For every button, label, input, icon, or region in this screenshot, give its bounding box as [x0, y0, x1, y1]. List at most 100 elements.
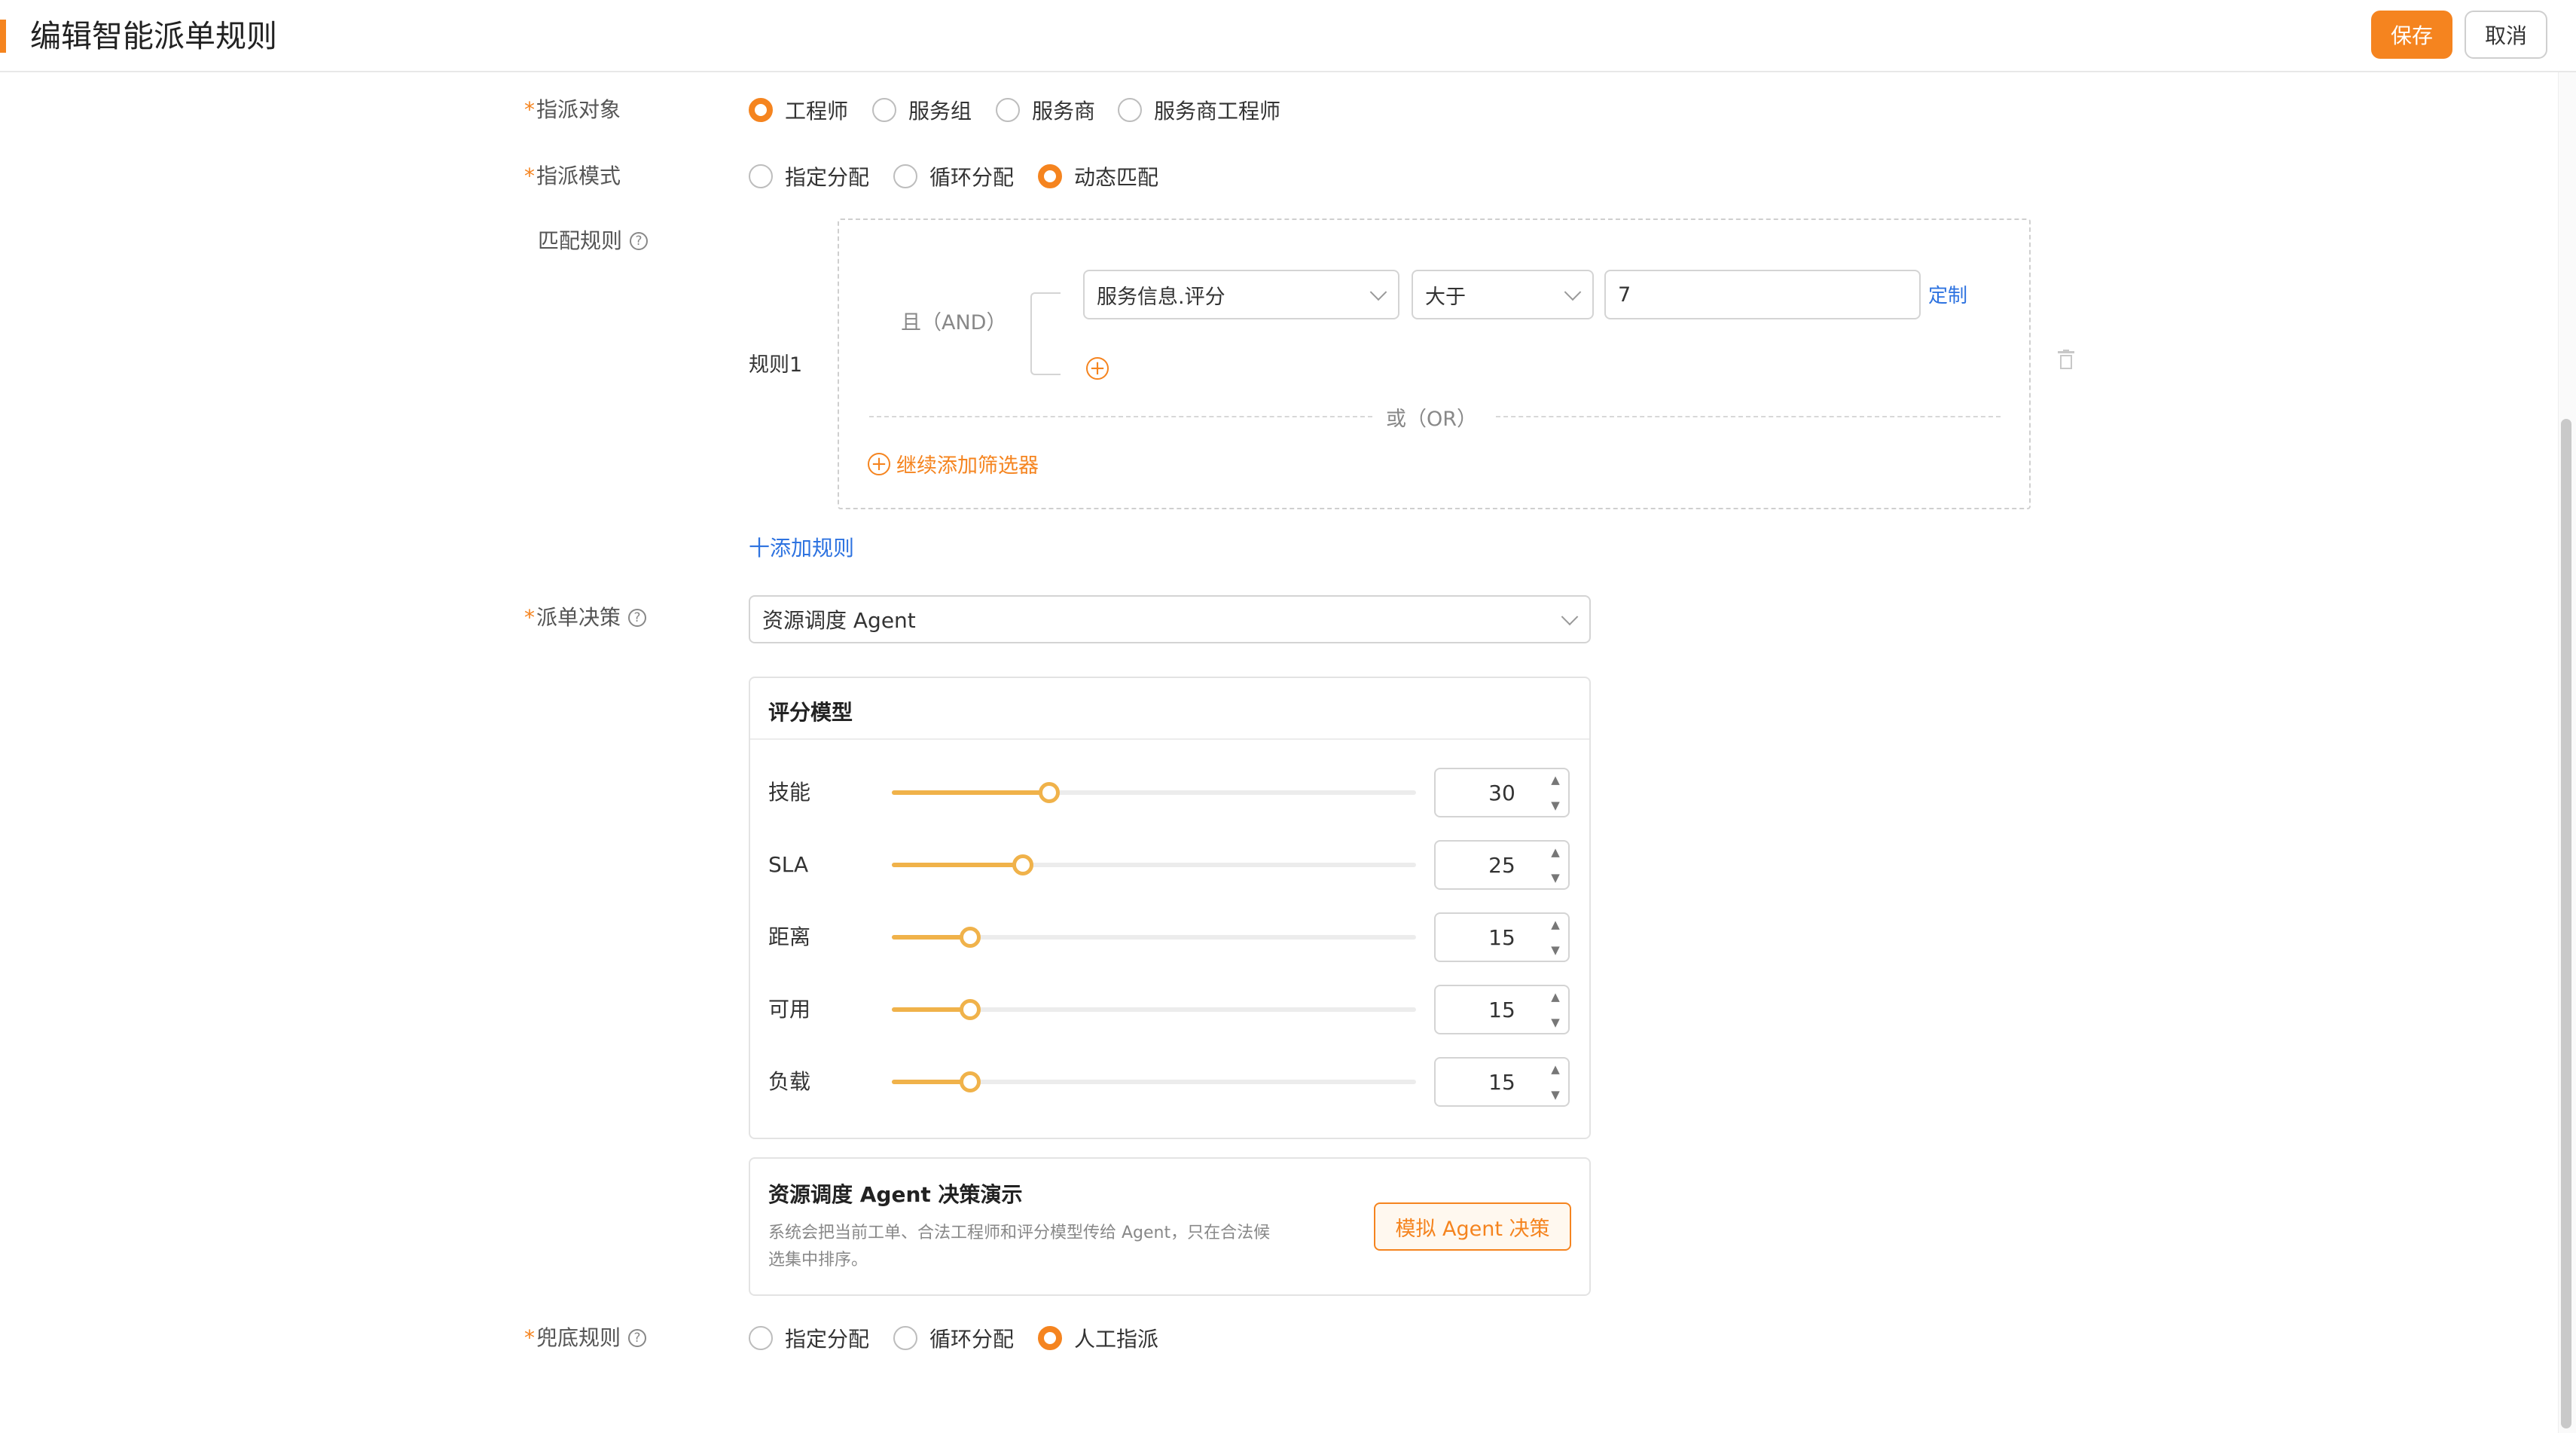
custom-link[interactable]: 定制	[1928, 280, 1967, 308]
cancel-button[interactable]: 取消	[2465, 11, 2547, 59]
assign-target-label: * 指派对象	[524, 95, 621, 125]
radio-dot	[749, 164, 773, 188]
add-filter-label: 继续添加筛选器	[896, 454, 1039, 478]
decrement-arrow-icon[interactable]: ▼	[1549, 944, 1562, 956]
chevron-down-icon	[1561, 608, 1579, 626]
radio-dot	[893, 164, 917, 188]
scoring-slider-fill	[892, 863, 1023, 867]
radio-assign-target-provider-engineer[interactable]: 服务商工程师	[1118, 95, 1280, 125]
delete-rule-trash-icon[interactable]	[2058, 350, 2074, 369]
scoring-item-label: 负载	[768, 1069, 811, 1094]
scoring-model-title: 评分模型	[768, 700, 853, 725]
decrement-arrow-icon[interactable]: ▼	[1549, 872, 1562, 884]
scoring-number-value: 15	[1488, 1069, 1515, 1095]
scoring-slider-handle[interactable]	[1039, 782, 1060, 803]
scoring-number-input[interactable]: 15 ▲ ▼	[1434, 1057, 1570, 1107]
increment-arrow-icon[interactable]: ▲	[1549, 774, 1562, 786]
simulate-agent-button[interactable]: 模拟 Agent 决策	[1374, 1202, 1571, 1251]
plus-circle-icon: +	[868, 452, 890, 475]
page-title: 编辑智能派单规则	[30, 18, 277, 54]
increment-arrow-icon[interactable]: ▲	[1549, 991, 1562, 1003]
or-divider-left	[869, 416, 1372, 417]
increment-arrow-icon[interactable]: ▲	[1549, 846, 1562, 858]
increment-arrow-icon[interactable]: ▲	[1549, 1063, 1562, 1075]
radio-label: 服务商工程师	[1154, 99, 1281, 124]
scoring-item-label: SLA	[768, 852, 809, 877]
radio-assign-mode-round-robin[interactable]: 循环分配	[893, 161, 1014, 191]
scoring-slider-handle[interactable]	[960, 1071, 981, 1092]
radio-assign-target-engineer[interactable]: 工程师	[749, 95, 848, 125]
decision-label-text: 派单决策	[536, 605, 621, 630]
scoring-slider-handle[interactable]	[960, 927, 981, 948]
radio-dot	[996, 98, 1020, 122]
radio-assign-mode-designated[interactable]: 指定分配	[749, 161, 869, 191]
radio-dot	[1118, 98, 1142, 122]
condition-value-input[interactable]: 7	[1604, 270, 1921, 319]
help-icon[interactable]: ?	[628, 609, 647, 627]
scoring-number-input[interactable]: 15 ▲ ▼	[1434, 985, 1570, 1034]
radio-dot	[893, 1326, 917, 1350]
radio-assign-target-provider[interactable]: 服务商	[996, 95, 1095, 125]
agent-demo-title: 资源调度 Agent 决策演示	[768, 1182, 1023, 1207]
chevron-down-icon	[1369, 283, 1387, 301]
add-rule-link[interactable]: 十添加规则	[749, 532, 854, 562]
scoring-number-value: 30	[1488, 780, 1515, 805]
radio-label: 指定分配	[785, 165, 870, 190]
scoring-slider-fill	[892, 1007, 970, 1012]
condition-field-value: 服务信息.评分	[1097, 285, 1225, 309]
or-divider-right	[1496, 416, 2001, 417]
and-label: 且（AND）	[901, 311, 1007, 335]
required-mark: *	[524, 1325, 535, 1350]
scoring-number-input[interactable]: 15 ▲ ▼	[1434, 912, 1570, 962]
title-accent-bar	[0, 20, 6, 53]
scoring-card-divider	[750, 738, 1589, 740]
help-icon[interactable]: ?	[628, 1329, 647, 1347]
scoring-slider-fill	[892, 935, 970, 940]
radio-dot	[872, 98, 896, 122]
radio-label: 服务商	[1032, 99, 1096, 124]
scoring-slider-handle[interactable]	[960, 999, 981, 1020]
scoring-number-input[interactable]: 30 ▲ ▼	[1434, 768, 1570, 817]
match-rules-label-text: 匹配规则	[538, 228, 623, 253]
fallback-label: * 兜底规则 ?	[524, 1323, 647, 1353]
assign-mode-label: * 指派模式	[524, 161, 621, 191]
condition-operator-select[interactable]: 大于	[1412, 270, 1594, 319]
help-icon[interactable]: ?	[630, 232, 649, 250]
radio-label: 动态匹配	[1074, 165, 1159, 190]
radio-fallback-manual[interactable]: 人工指派	[1038, 1323, 1158, 1353]
top-bar	[0, 0, 2576, 72]
rule-name: 规则1	[749, 353, 803, 377]
radio-fallback-round-robin[interactable]: 循环分配	[893, 1323, 1014, 1353]
add-filter-button[interactable]: + 继续添加筛选器	[868, 449, 1039, 478]
decision-select[interactable]: 资源调度 Agent	[749, 595, 1591, 643]
radio-label: 人工指派	[1074, 1327, 1159, 1352]
add-condition-plus-icon[interactable]: +	[1086, 357, 1109, 380]
assign-mode-label-text: 指派模式	[536, 163, 621, 188]
scoring-slider-fill	[892, 1080, 970, 1084]
radio-assign-mode-dynamic[interactable]: 动态匹配	[1038, 161, 1158, 191]
scoring-number-value: 15	[1488, 924, 1515, 950]
or-label: 或（OR）	[1386, 408, 1478, 431]
increment-arrow-icon[interactable]: ▲	[1549, 918, 1562, 930]
scoring-number-input[interactable]: 25 ▲ ▼	[1434, 840, 1570, 890]
radio-label: 指定分配	[785, 1327, 870, 1352]
scoring-slider-fill	[892, 790, 1049, 795]
chevron-down-icon	[1564, 283, 1582, 301]
condition-field-select[interactable]: 服务信息.评分	[1083, 270, 1399, 319]
radio-label: 循环分配	[929, 165, 1015, 190]
fallback-label-text: 兜底规则	[536, 1325, 621, 1350]
decrement-arrow-icon[interactable]: ▼	[1549, 1016, 1562, 1028]
scoring-number-value: 15	[1488, 997, 1515, 1022]
radio-assign-target-service-group[interactable]: 服务组	[872, 95, 972, 125]
agent-demo-desc-line1: 系统会把当前工单、合法工程师和评分模型传给 Agent，只在合法候	[768, 1224, 1271, 1242]
scoring-slider-handle[interactable]	[1012, 854, 1033, 875]
scoring-item-label: 距离	[768, 924, 811, 949]
decrement-arrow-icon[interactable]: ▼	[1549, 1089, 1562, 1101]
and-bracket	[1030, 292, 1061, 375]
radio-fallback-designated[interactable]: 指定分配	[749, 1323, 869, 1353]
scrollbar-thumb[interactable]	[2561, 419, 2571, 1428]
decrement-arrow-icon[interactable]: ▼	[1549, 799, 1562, 811]
required-mark: *	[524, 97, 535, 122]
radio-dot	[749, 1326, 773, 1350]
save-button[interactable]: 保存	[2371, 11, 2452, 59]
